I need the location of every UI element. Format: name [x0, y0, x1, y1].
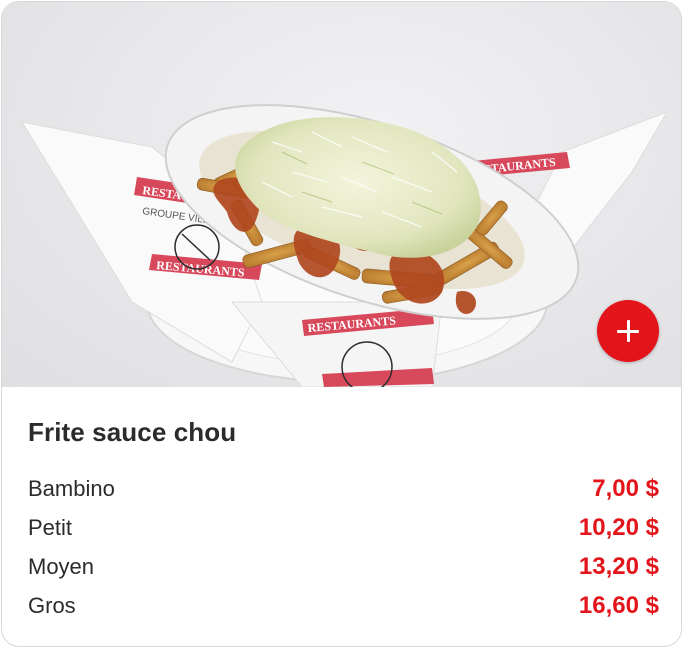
- size-price: 7,00 $: [592, 474, 659, 502]
- size-label: Bambino: [28, 475, 115, 501]
- item-title: Frite sauce chou: [28, 417, 237, 447]
- item-info: Frite sauce chou Bambino 7,00 $ Petit 10…: [2, 387, 681, 646]
- size-row-petit[interactable]: Petit 10,20 $: [28, 508, 659, 547]
- size-row-moyen[interactable]: Moyen 13,20 $: [28, 547, 659, 586]
- size-price-list: Bambino 7,00 $ Petit 10,20 $ Moyen 13,20…: [28, 469, 659, 625]
- size-row-gros[interactable]: Gros 16,60 $: [28, 586, 659, 625]
- size-label: Gros: [28, 592, 76, 618]
- add-to-cart-button[interactable]: [597, 300, 659, 362]
- size-label: Petit: [28, 514, 73, 540]
- size-label: Moyen: [28, 553, 95, 579]
- food-photo-illustration: RESTAURANTS GROUPE VILLAGEOIS RESTAURANT…: [20, 104, 669, 387]
- size-price: 10,20 $: [578, 513, 659, 541]
- menu-item-card: RESTAURANTS GROUPE VILLAGEOIS RESTAURANT…: [1, 1, 682, 647]
- size-row-bambino[interactable]: Bambino 7,00 $: [28, 469, 659, 508]
- size-price: 16,60 $: [578, 591, 659, 619]
- size-price: 13,20 $: [578, 552, 659, 580]
- plus-icon: [617, 320, 639, 342]
- food-photo: RESTAURANTS GROUPE VILLAGEOIS RESTAURANT…: [2, 2, 681, 387]
